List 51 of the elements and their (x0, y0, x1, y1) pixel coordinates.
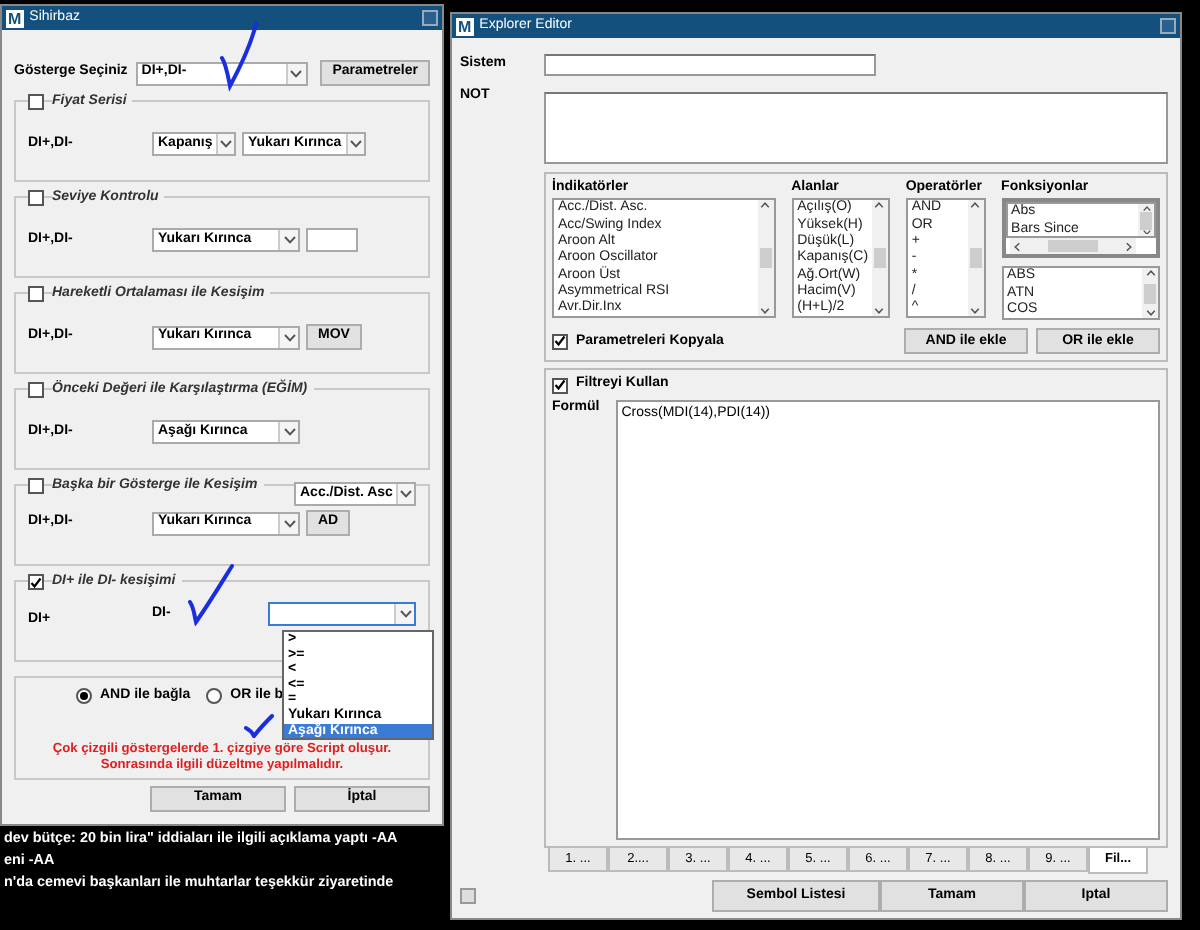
scrollbar-thumb[interactable] (759, 248, 772, 269)
chevron-icon[interactable] (1145, 270, 1155, 277)
chevron-icon[interactable] (970, 202, 981, 209)
scrollbar-thumb[interactable] (1047, 240, 1098, 253)
scrollbar-thumb[interactable] (1140, 212, 1152, 230)
window-button[interactable] (1160, 18, 1176, 34)
scrollbar-thumb[interactable] (873, 248, 886, 269)
checkbox[interactable] (28, 94, 44, 110)
checkbox[interactable] (28, 190, 44, 206)
caret-icon (283, 519, 295, 527)
caret-icon (283, 333, 295, 341)
text-field[interactable] (544, 54, 876, 76)
checkbox[interactable] (552, 333, 568, 350)
dropdown[interactable] (268, 602, 416, 627)
app-logo: M (456, 17, 474, 35)
checkbox[interactable] (28, 574, 44, 590)
text-field[interactable] (306, 228, 358, 252)
caret-icon (283, 236, 295, 244)
chevron-icon[interactable] (874, 202, 885, 209)
chevron-icon[interactable] (760, 308, 771, 315)
scrollbar-thumb[interactable] (1144, 283, 1156, 304)
text-area[interactable] (544, 92, 1168, 164)
caret-icon (349, 140, 362, 148)
caret-icon (283, 428, 295, 436)
app-logo: M (6, 9, 24, 27)
radio-button[interactable] (206, 688, 223, 705)
caret-icon (400, 490, 413, 498)
checkbox[interactable] (552, 377, 568, 394)
chevron-icon[interactable] (1141, 206, 1151, 213)
window-button[interactable] (422, 10, 438, 26)
chevron-icon[interactable] (1013, 241, 1020, 252)
checkbox[interactable] (28, 478, 44, 494)
caret-icon (399, 610, 411, 619)
chevron-icon[interactable] (874, 308, 885, 315)
checkbox[interactable] (28, 286, 44, 302)
chevron-icon[interactable] (760, 202, 771, 209)
scrollbar[interactable] (967, 200, 984, 317)
caret-icon (220, 140, 233, 148)
scrollbar[interactable] (871, 200, 888, 317)
checkbox[interactable] (28, 382, 44, 398)
radio-button[interactable] (76, 688, 92, 705)
chevron-icon[interactable] (1145, 310, 1155, 317)
scrollbar[interactable] (1138, 204, 1154, 237)
scrollbar[interactable] (757, 200, 774, 317)
scrollbar[interactable] (1142, 268, 1158, 319)
caret-icon (290, 69, 303, 77)
check-mark-drawing (188, 562, 236, 626)
check-mark-drawing (244, 714, 276, 738)
chevron-icon[interactable] (970, 308, 981, 315)
scrollbar[interactable] (1009, 238, 1136, 255)
scrollbar-thumb[interactable] (969, 248, 982, 269)
